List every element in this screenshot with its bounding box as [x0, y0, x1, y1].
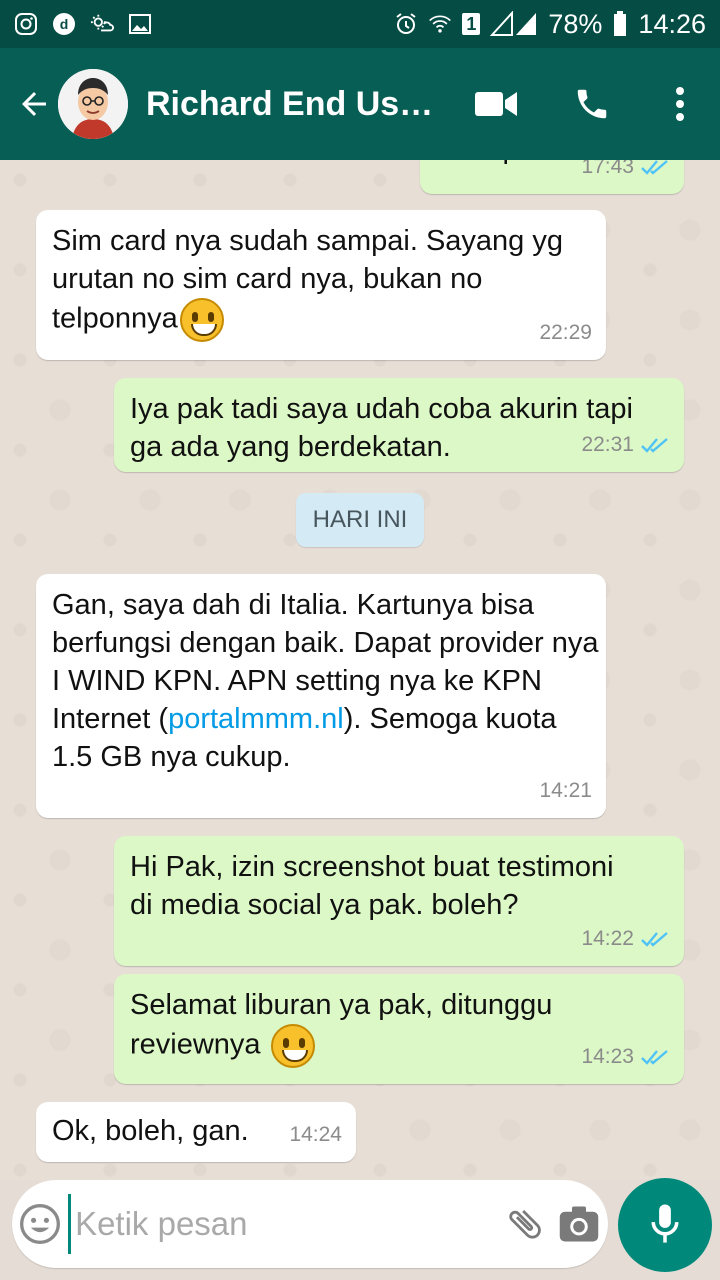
- message-text: Selamat liburan ya pak, ditunggu reviewn…: [130, 989, 553, 1061]
- emoji-icon: [20, 1204, 61, 1244]
- attach-button[interactable]: [500, 1180, 549, 1268]
- gallery-icon: [128, 12, 152, 36]
- phone-icon: [577, 89, 607, 119]
- d-app-icon: d: [52, 12, 76, 36]
- read-tick-icon: [641, 438, 668, 453]
- grinning-face-emoji-icon: [270, 1024, 315, 1068]
- contact-name[interactable]: Richard End User...: [146, 85, 446, 124]
- back-button[interactable]: [4, 48, 64, 160]
- sim-badge: 1: [462, 13, 481, 35]
- message-time: 22:31: [581, 433, 634, 456]
- message-text: Sim card nya sudah sampai. Sayang yg uru…: [52, 225, 563, 335]
- camera-icon: [559, 1206, 598, 1242]
- message-input[interactable]: [68, 1194, 501, 1254]
- message-bubble-outgoing[interactable]: Iya pak tadi saya udah coba akurin tapi …: [114, 378, 684, 472]
- message-time: 14:22: [581, 927, 634, 950]
- mic-button[interactable]: [618, 1178, 712, 1272]
- mic-icon: [651, 1204, 679, 1243]
- video-call-icon: [475, 92, 517, 116]
- grinning-face-emoji-icon: [179, 298, 224, 342]
- message-link[interactable]: portalmmm.nl: [168, 703, 344, 735]
- read-tick-icon: [641, 160, 668, 175]
- read-tick-icon: [641, 932, 668, 947]
- message-time: 14:21: [539, 779, 592, 802]
- status-bar: d 1 78% 14:26: [0, 0, 720, 48]
- clock: 14:26: [638, 8, 706, 39]
- chat-header: Richard End User...: [0, 48, 720, 160]
- message-list[interactable]: Baik pak 17:43 Sim card nya sudah sampai…: [0, 160, 720, 1180]
- more-vert-icon: [676, 87, 684, 121]
- camera-button[interactable]: [549, 1180, 608, 1268]
- message-bubble-incoming[interactable]: Gan, saya dah di Italia. Kartunya bisa b…: [36, 574, 606, 818]
- message-bubble-outgoing[interactable]: Hi Pak, izin screenshot buat testimoni d…: [114, 836, 684, 966]
- attach-icon: [508, 1210, 541, 1239]
- svg-text:d: d: [60, 16, 69, 32]
- message-time: 14:23: [581, 1045, 634, 1068]
- message-time: 17:43: [581, 160, 634, 178]
- message-time: 22:29: [539, 321, 592, 344]
- message-composer: [12, 1180, 608, 1268]
- message-bubble-incoming[interactable]: Ok, boleh, gan. 14:24: [36, 1102, 356, 1162]
- day-divider: HARI INI: [296, 493, 424, 547]
- message-text: Hi Pak, izin screenshot buat testimoni d…: [130, 851, 614, 921]
- message-time: 14:24: [289, 1123, 342, 1146]
- wifi-icon: [428, 12, 452, 36]
- instagram-icon: [14, 12, 38, 36]
- signal-icon: [490, 11, 538, 36]
- emoji-button[interactable]: [12, 1180, 68, 1268]
- battery-icon: [612, 11, 628, 36]
- alarm-icon: [394, 12, 418, 36]
- avatar[interactable]: [58, 69, 128, 139]
- message-text: Baik pak: [438, 160, 549, 168]
- weather-icon: [90, 12, 114, 36]
- message-bubble-outgoing[interactable]: Baik pak 17:43: [420, 160, 684, 194]
- more-options-button[interactable]: [640, 48, 720, 160]
- voice-call-button[interactable]: [544, 48, 640, 160]
- message-bubble-incoming[interactable]: Sim card nya sudah sampai. Sayang yg uru…: [36, 210, 606, 360]
- back-arrow-icon: [22, 92, 46, 116]
- message-bubble-outgoing[interactable]: Selamat liburan ya pak, ditunggu reviewn…: [114, 974, 684, 1084]
- battery-percent: 78%: [548, 8, 603, 39]
- video-call-button[interactable]: [448, 48, 544, 160]
- message-text: Iya pak tadi saya udah coba akurin tapi …: [130, 393, 633, 463]
- message-text: Ok, boleh, gan.: [52, 1115, 249, 1147]
- read-tick-icon: [641, 1050, 668, 1065]
